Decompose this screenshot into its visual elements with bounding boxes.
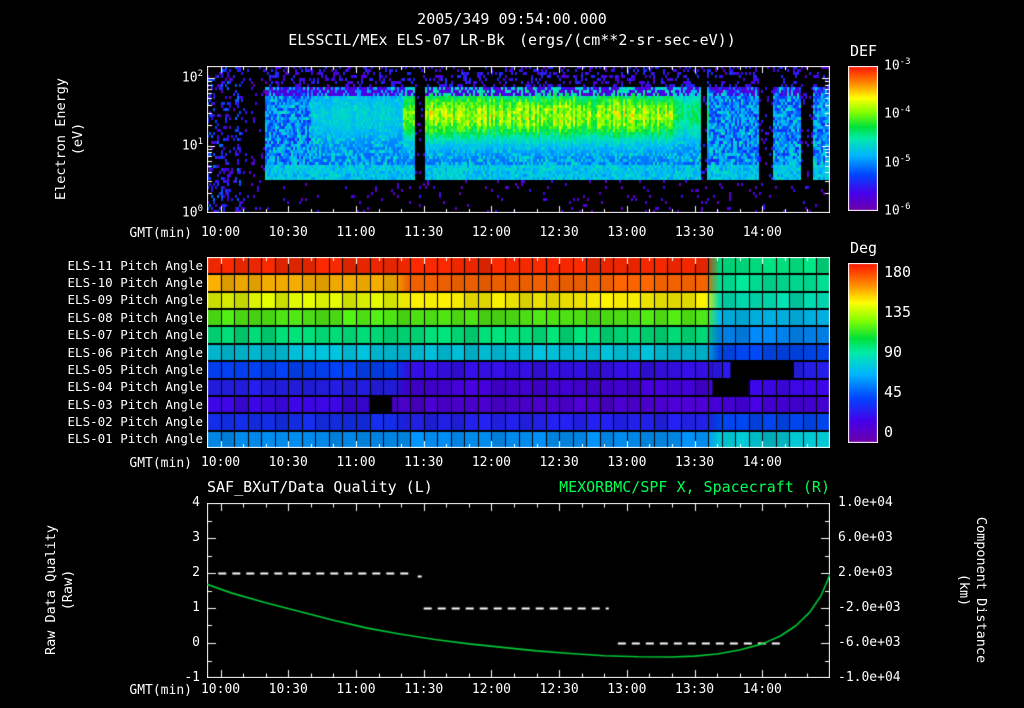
pitch-row-label: ELS-04 Pitch Angle bbox=[67, 379, 203, 395]
time-tick-label: 13:00 bbox=[607, 681, 647, 697]
quality-tick-label: 3 bbox=[192, 529, 200, 545]
deg-tick-label: 45 bbox=[884, 382, 903, 401]
time-tick-label: 11:30 bbox=[404, 224, 444, 240]
distance-tick-label: 6.0e+03 bbox=[838, 529, 893, 545]
tick-label-overlay: 10:00 10:30 11:00 11:30 12:00 12:30 13:00 13:30… bbox=[0, 0, 1024, 708]
time-tick-label: 11:30 bbox=[404, 454, 444, 470]
pitch-row-label: ELS-03 Pitch Angle bbox=[67, 396, 203, 412]
time-tick-label: 13:00 bbox=[607, 224, 647, 240]
time-tick-label: 11:00 bbox=[336, 454, 376, 470]
time-tick-label: 12:30 bbox=[539, 454, 579, 470]
deg-tick-label: 90 bbox=[884, 342, 903, 361]
time-tick-label: 12:30 bbox=[539, 681, 579, 697]
time-tick-label: 10:00 bbox=[200, 454, 241, 470]
quality-tick-label: 0 bbox=[192, 634, 200, 650]
time-tick-label: 10:00 bbox=[200, 681, 241, 697]
pitch-row-label: ELS-05 Pitch Angle bbox=[67, 361, 203, 377]
distance-tick-label: -6.0e+03 bbox=[838, 634, 901, 650]
pitch-row-label: ELS-02 Pitch Angle bbox=[67, 414, 203, 430]
pitch-row-label: ELS-08 Pitch Angle bbox=[67, 309, 203, 325]
time-tick-label: 13:30 bbox=[674, 681, 715, 697]
time-tick-label: 12:00 bbox=[471, 681, 511, 697]
time-tick-label: 11:00 bbox=[336, 224, 376, 240]
time-tick-label: 13:30 bbox=[674, 454, 715, 470]
quality-tick-label: 4 bbox=[192, 494, 200, 510]
time-tick-label: 12:00 bbox=[471, 454, 511, 470]
time-tick-label: 13:00 bbox=[607, 454, 647, 470]
quality-tick-label: 1 bbox=[192, 599, 200, 615]
pitch-row-label: ELS-10 Pitch Angle bbox=[67, 275, 203, 291]
time-tick-label: 14:00 bbox=[742, 681, 782, 697]
els-science-display: 2005/349 09:54:00.000 ELSSCIL/MEx ELS-07… bbox=[0, 0, 1024, 708]
time-tick-label: 12:30 bbox=[539, 224, 579, 240]
time-tick-label: 14:00 bbox=[742, 454, 782, 470]
deg-tick-label: 135 bbox=[884, 302, 912, 321]
time-tick-label: 10:00 bbox=[200, 224, 241, 240]
def-tick-label: 10-3 bbox=[884, 57, 911, 74]
def-tick-label: 10-5 bbox=[884, 153, 911, 171]
distance-tick-label: -2.0e+03 bbox=[838, 599, 901, 615]
deg-tick-label: 0 bbox=[884, 422, 894, 441]
time-tick-label: 11:30 bbox=[404, 681, 444, 697]
pitch-row-label: ELS-07 Pitch Angle bbox=[67, 327, 203, 343]
energy-tick-label: 100 bbox=[181, 204, 203, 221]
def-tick-label: 10-4 bbox=[884, 105, 911, 122]
distance-tick-label: 1.0e+04 bbox=[838, 494, 893, 510]
pitch-row-label: ELS-09 Pitch Angle bbox=[67, 292, 203, 308]
quality-tick-label: 2 bbox=[192, 564, 200, 580]
time-tick-label: 12:00 bbox=[471, 224, 511, 240]
quality-tick-label: -1 bbox=[184, 669, 200, 685]
time-tick-label: 10:30 bbox=[268, 681, 308, 697]
energy-tick-label: 101 bbox=[181, 136, 203, 154]
time-tick-label: 10:30 bbox=[268, 454, 308, 470]
pitch-row-label: ELS-01 Pitch Angle bbox=[67, 431, 203, 447]
pitch-row-label: ELS-06 Pitch Angle bbox=[67, 344, 203, 360]
deg-tick-label: 180 bbox=[884, 262, 912, 281]
energy-tick-label: 102 bbox=[181, 69, 203, 86]
time-tick-label: 11:00 bbox=[336, 681, 376, 697]
time-tick-label: 13:30 bbox=[674, 224, 715, 240]
time-tick-label: 14:00 bbox=[742, 224, 782, 240]
time-tick-label: 10:30 bbox=[268, 224, 308, 240]
def-tick-label: 10-6 bbox=[884, 202, 911, 219]
distance-tick-label: 2.0e+03 bbox=[838, 564, 893, 580]
pitch-row-label: ELS-11 Pitch Angle bbox=[67, 257, 203, 273]
distance-tick-label: -1.0e+04 bbox=[838, 669, 901, 685]
